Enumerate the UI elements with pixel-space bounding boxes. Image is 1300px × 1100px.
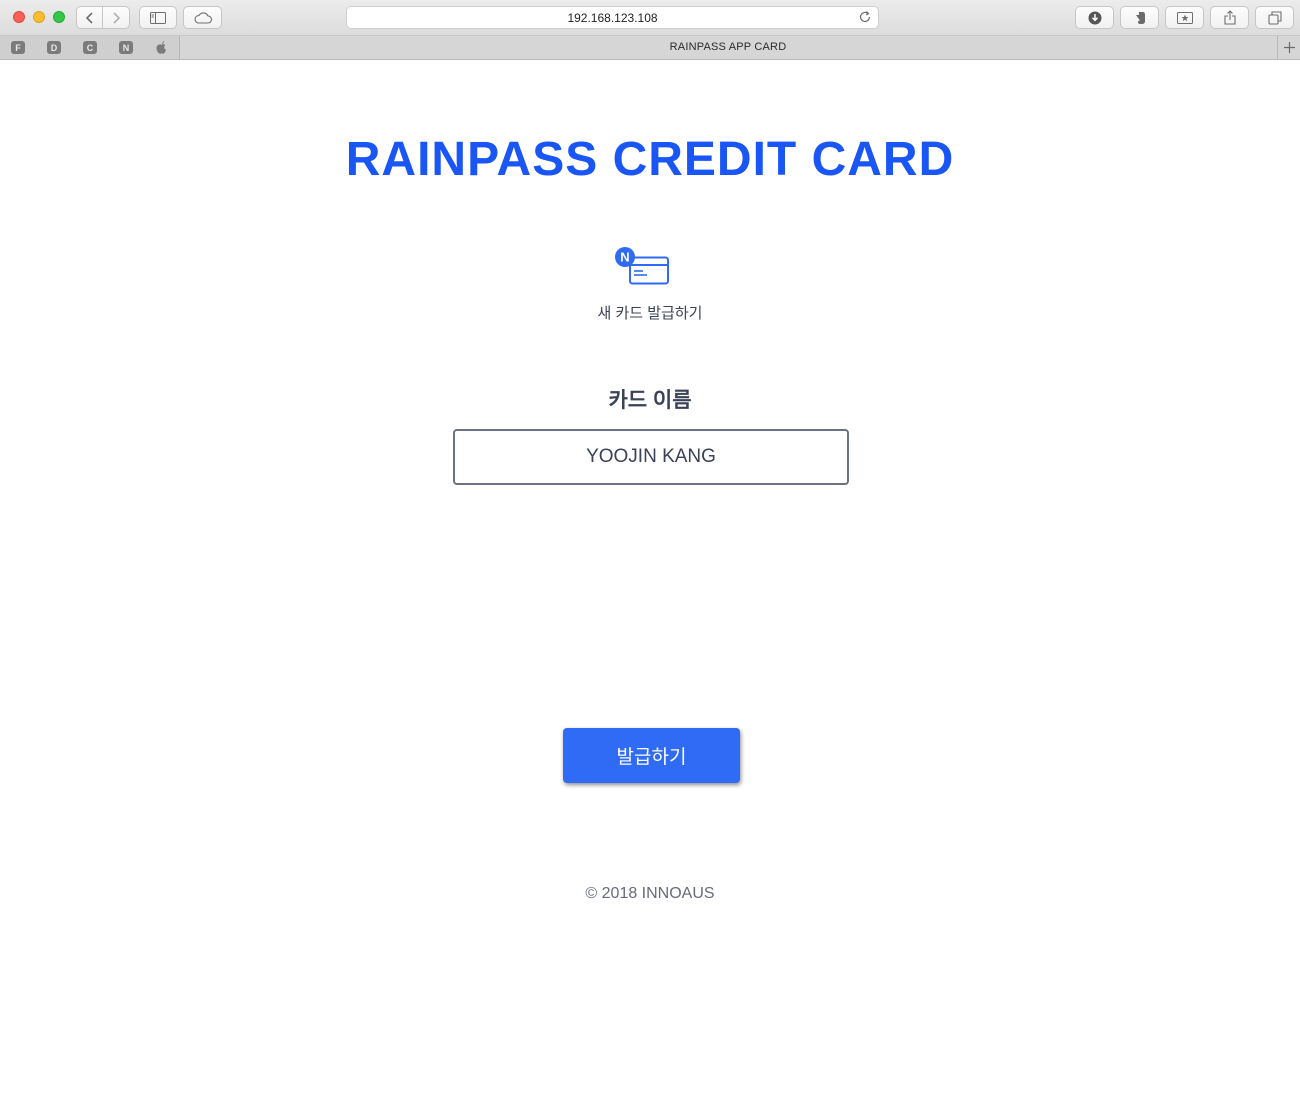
forward-icon (113, 11, 121, 24)
address-bar[interactable]: 192.168.123.108 (346, 6, 879, 29)
share-icon (1223, 10, 1236, 25)
fullscreen-window-button[interactable] (53, 11, 65, 23)
evernote-icon (1135, 11, 1145, 24)
new-tab-icon (1283, 42, 1295, 53)
icloud-icon (194, 11, 212, 24)
favorite-n[interactable]: N (119, 41, 133, 54)
bookmark-icon (1176, 11, 1193, 24)
card-name-label: 카드 이름 (608, 389, 692, 412)
share-button[interactable] (1210, 6, 1249, 29)
reload-icon[interactable] (858, 10, 872, 24)
credit-card-icon: N (615, 247, 669, 285)
favorite-d[interactable]: D (47, 41, 61, 54)
issue-button[interactable]: 발급하기 (563, 728, 740, 783)
icloud-tabs-button[interactable] (183, 6, 222, 29)
new-tab-button[interactable] (1277, 36, 1300, 59)
back-button[interactable] (76, 6, 103, 29)
favorite-c[interactable]: C (83, 41, 97, 54)
favorite-f[interactable]: F (11, 41, 25, 54)
active-tab-title[interactable]: RAINPASS APP CARD (180, 41, 1276, 53)
downloads-button[interactable] (1075, 6, 1114, 29)
forward-button[interactable] (103, 6, 130, 29)
new-card-label: 새 카드 발급하기 (597, 305, 703, 322)
minimize-window-button[interactable] (33, 11, 45, 23)
show-tabs-button[interactable] (1255, 6, 1294, 29)
tab-bar: F D C N RAINPASS APP CARD (0, 36, 1300, 60)
new-badge: N (620, 250, 629, 265)
evernote-button[interactable] (1120, 6, 1159, 29)
browser-toolbar: 192.168.123.108 (0, 0, 1300, 36)
tabs-icon (1267, 10, 1282, 25)
back-icon (85, 11, 93, 24)
footer-copyright: © 2018 INNOAUS (585, 885, 715, 902)
apple-icon[interactable] (155, 40, 168, 55)
sidebar-icon (150, 11, 166, 24)
new-card-link[interactable]: N 새 카드 발급하기 (575, 246, 725, 326)
favorites-bar: F D C N (0, 36, 180, 59)
card-name-input[interactable] (453, 429, 849, 485)
bookmark-button[interactable] (1165, 6, 1204, 29)
close-window-button[interactable] (13, 11, 25, 23)
download-icon (1088, 11, 1101, 24)
navigation-buttons (76, 6, 130, 29)
page-title: RAINPASS CREDIT CARD (345, 133, 955, 186)
sidebar-button[interactable] (139, 6, 177, 29)
url-text: 192.168.123.108 (567, 11, 658, 25)
